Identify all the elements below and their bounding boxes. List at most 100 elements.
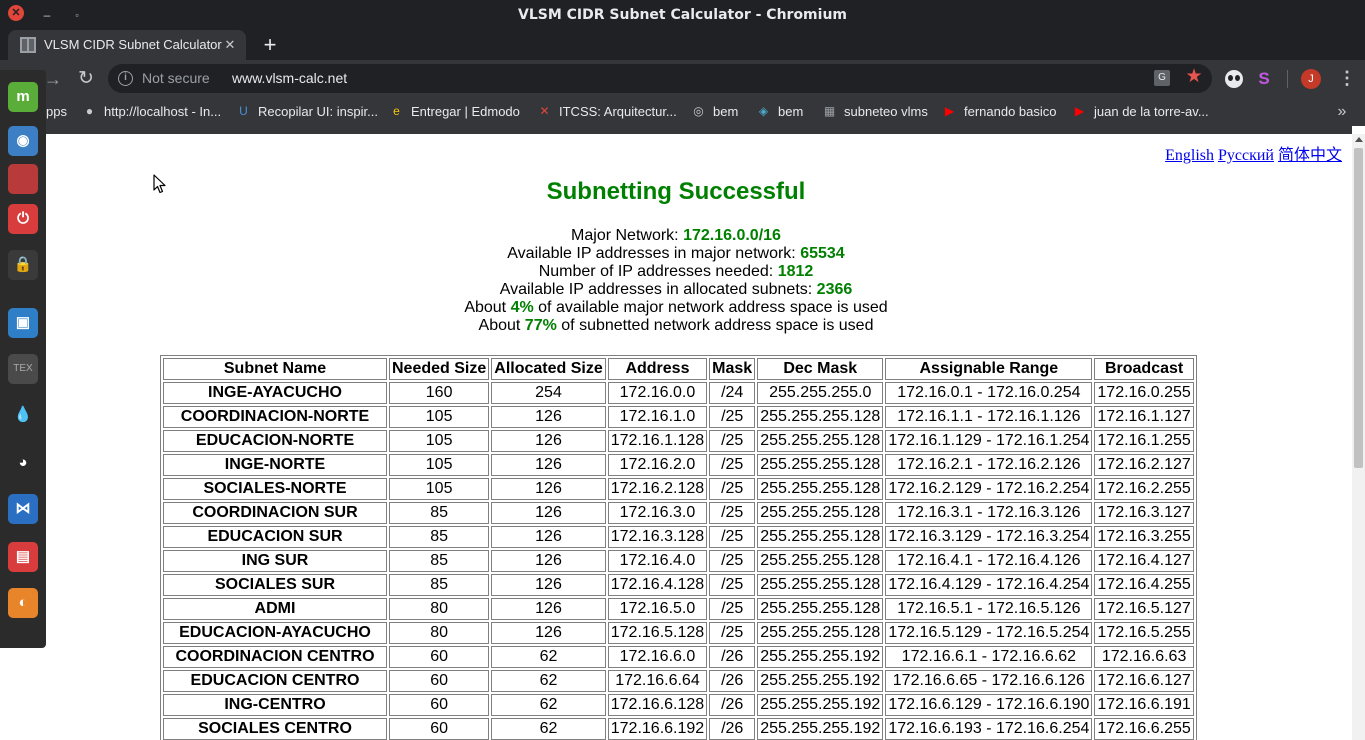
table-cell: 255.255.255.0 bbox=[757, 382, 884, 404]
table-cell: COORDINACION SUR bbox=[163, 502, 387, 524]
table-cell: 172.16.6.63 bbox=[1094, 646, 1194, 668]
panda-extension-icon[interactable] bbox=[1225, 70, 1243, 88]
table-cell: /25 bbox=[709, 550, 756, 572]
table-row: EDUCACION-NORTE 105 126 172.16.1.128/25 255.… bbox=[163, 430, 1194, 452]
table-cell: /25 bbox=[709, 430, 756, 452]
scroll-up-icon[interactable] bbox=[1355, 137, 1363, 142]
table-cell: /25 bbox=[709, 502, 756, 524]
youtube-icon: ▶ bbox=[944, 104, 955, 118]
table-cell: 172.16.6.192 bbox=[607, 718, 708, 740]
table-cell: 172.16.6.193 - 172.16.6.254 bbox=[885, 718, 1093, 740]
translate-icon[interactable]: G bbox=[1154, 70, 1170, 86]
tab-vlsm-calculator[interactable]: VLSM CIDR Subnet Calculator ✕ bbox=[8, 30, 246, 60]
table-row: ING-CENTRO 60 62 172.16.6.128/26 255.255.255… bbox=[163, 694, 1194, 716]
itcss-icon: ✕ bbox=[539, 104, 550, 118]
drop-dock-icon[interactable]: 💧 bbox=[8, 400, 38, 430]
table-cell: 255.255.255.128 bbox=[757, 526, 884, 548]
table-cell: 172.16.4.1 - 172.16.4.126 bbox=[885, 550, 1093, 572]
table-cell: 172.16.2.129 - 172.16.2.254 bbox=[885, 478, 1093, 500]
table-cell: 172.16.4.255 bbox=[1094, 574, 1194, 596]
table-cell: 126 bbox=[491, 502, 606, 524]
vscode-dock-icon[interactable]: ⋈ bbox=[8, 494, 38, 524]
table-cell: 255.255.255.192 bbox=[757, 646, 884, 668]
language-link-1[interactable]: Русский bbox=[1218, 147, 1274, 164]
new-tab-button[interactable]: + bbox=[258, 33, 282, 57]
power-icon[interactable]: ⏻ bbox=[8, 204, 38, 234]
table-cell: 172.16.6.0 bbox=[607, 646, 708, 668]
page-content: English Русский 简体中文 Subnetting Successful… bbox=[0, 126, 1352, 740]
table-cell: 172.16.2.128 bbox=[607, 478, 708, 500]
table-cell: 160 bbox=[389, 382, 490, 404]
table-cell: /25 bbox=[709, 622, 756, 644]
table-cell: /26 bbox=[709, 646, 756, 668]
major-network-line: Major Network: 172.16.0.0/16 bbox=[0, 227, 1352, 245]
major-network-label: Major Network: bbox=[571, 227, 679, 244]
column-header: Subnet Name bbox=[163, 358, 387, 380]
table-cell: 255.255.255.128 bbox=[757, 550, 884, 572]
table-cell: 255.255.255.128 bbox=[757, 478, 884, 500]
info-icon[interactable]: i bbox=[118, 71, 133, 86]
table-row: EDUCACION CENTRO 60 62 172.16.6.64/26 255.25… bbox=[163, 670, 1194, 692]
table-cell: 172.16.6.65 - 172.16.6.126 bbox=[885, 670, 1093, 692]
allocated-ips-line: Available IP addresses in allocated subn… bbox=[0, 281, 1352, 299]
column-header: Broadcast bbox=[1094, 358, 1194, 380]
table-cell: 62 bbox=[491, 646, 606, 668]
table-cell: 105 bbox=[389, 478, 490, 500]
page-favicon-icon bbox=[20, 37, 36, 53]
table-cell: 85 bbox=[389, 550, 490, 572]
subnet-usage-value: 77% bbox=[524, 317, 557, 334]
table-cell: /26 bbox=[709, 694, 756, 716]
table-cell: COORDINACION CENTRO bbox=[163, 646, 387, 668]
table-cell: 172.16.2.255 bbox=[1094, 478, 1194, 500]
table-cell: 172.16.6.1 - 172.16.6.62 bbox=[885, 646, 1093, 668]
chromium-dock-icon[interactable]: ◉ bbox=[8, 126, 38, 156]
table-cell: 126 bbox=[491, 598, 606, 620]
page-icon: ▦ bbox=[823, 104, 836, 118]
page-scrollbar[interactable] bbox=[1352, 134, 1365, 740]
language-links: English Русский 简体中文 bbox=[1161, 141, 1342, 165]
scrollbar-thumb[interactable] bbox=[1354, 148, 1363, 468]
tex-dock-icon[interactable]: TEX bbox=[8, 354, 38, 384]
language-link-0[interactable]: English bbox=[1165, 147, 1214, 164]
bookmarks-overflow-icon[interactable]: » bbox=[1334, 97, 1350, 126]
lock-icon[interactable]: 🔒 bbox=[8, 250, 38, 280]
bookmark-star-icon[interactable]: ★ bbox=[1184, 66, 1204, 88]
column-header: Allocated Size bbox=[491, 358, 606, 380]
table-cell: 172.16.6.127 bbox=[1094, 670, 1194, 692]
table-cell: 172.16.1.0 bbox=[607, 406, 708, 428]
github-icon: ◎ bbox=[693, 104, 704, 118]
files-dock-icon[interactable] bbox=[8, 164, 38, 194]
table-cell: 255.255.255.192 bbox=[757, 718, 884, 740]
table-cell: 172.16.3.129 - 172.16.3.254 bbox=[885, 526, 1093, 548]
table-row: SOCIALES SUR 85 126 172.16.4.128/25 255.255.… bbox=[163, 574, 1194, 596]
browser-menu-icon[interactable]: ⋮ bbox=[1338, 66, 1356, 90]
language-link-2[interactable]: 简体中文 bbox=[1278, 147, 1342, 164]
table-cell: /25 bbox=[709, 526, 756, 548]
profile-avatar[interactable]: J bbox=[1301, 69, 1321, 89]
table-cell: 172.16.0.255 bbox=[1094, 382, 1194, 404]
address-bar[interactable]: i Not secure www.vlsm-calc.net bbox=[108, 64, 1212, 93]
table-cell: 172.16.2.1 - 172.16.2.126 bbox=[885, 454, 1093, 476]
table-cell: 172.16.3.0 bbox=[607, 502, 708, 524]
tab-close-icon[interactable]: ✕ bbox=[222, 37, 238, 53]
table-cell: 172.16.4.128 bbox=[607, 574, 708, 596]
raccoon-dock-icon[interactable]: ◕ bbox=[8, 448, 38, 478]
table-cell: 172.16.5.1 - 172.16.5.126 bbox=[885, 598, 1093, 620]
ui-icon: U bbox=[239, 104, 248, 118]
table-cell: 172.16.5.255 bbox=[1094, 622, 1194, 644]
table-cell: 172.16.5.127 bbox=[1094, 598, 1194, 620]
table-cell: 60 bbox=[389, 670, 490, 692]
s-extension-icon[interactable]: S bbox=[1255, 69, 1273, 89]
reload-button[interactable]: ↻ bbox=[75, 68, 97, 90]
table-cell: /25 bbox=[709, 406, 756, 428]
table-cell: COORDINACION-NORTE bbox=[163, 406, 387, 428]
anydesk-dock-icon[interactable]: ▤ bbox=[8, 542, 38, 572]
table-cell: 172.16.4.129 - 172.16.4.254 bbox=[885, 574, 1093, 596]
table-cell: 255.255.255.128 bbox=[757, 622, 884, 644]
screenshot-dock-icon[interactable]: ▣ bbox=[8, 308, 38, 338]
url-text[interactable]: www.vlsm-calc.net bbox=[232, 64, 347, 93]
firefox-dock-icon[interactable]: ◐ bbox=[8, 588, 38, 618]
needed-ips-value: 1812 bbox=[777, 263, 814, 280]
mint-menu-icon[interactable]: m bbox=[8, 82, 38, 112]
table-cell: ADMI bbox=[163, 598, 387, 620]
